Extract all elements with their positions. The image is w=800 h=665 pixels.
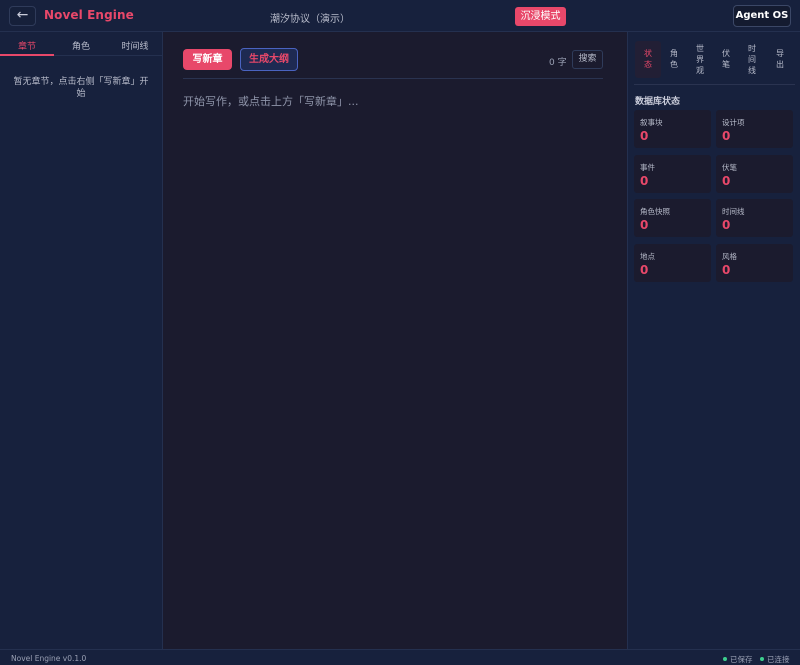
stat-label: 时间线 <box>722 207 745 216</box>
stat-value: 0 <box>722 263 731 277</box>
tab-export[interactable]: 导出 <box>767 41 793 78</box>
stat-card-locations: 地点 0 <box>634 244 711 282</box>
stat-value: 0 <box>640 129 649 143</box>
tab-status-label: 状态 <box>644 49 652 69</box>
stat-value: 0 <box>722 174 731 188</box>
editor-placeholder[interactable]: 开始写作，或点击上方「写新章」... <box>183 93 359 109</box>
status-bar: Novel Engine v0.1.0 已保存 已连接 <box>0 649 800 665</box>
tab-chapters[interactable]: 章节 <box>0 39 54 52</box>
tab-foreshadowing[interactable]: 伏笔 <box>713 41 739 78</box>
search-button[interactable]: 搜索 <box>572 50 603 69</box>
empty-chapters-message: 暂无章节，点击右侧「写新章」开始 <box>13 77 149 99</box>
stat-label: 伏笔 <box>722 163 737 172</box>
stat-card-character-snapshots: 角色快照 0 <box>634 199 711 237</box>
connection-status-label: 已连接 <box>767 655 790 664</box>
left-sidebar: 章节 角色 时间线 暂无章节，点击右侧「写新章」开始 <box>0 32 163 649</box>
stat-card-design-items: 设计项 0 <box>716 110 793 148</box>
tab-timeline-right-label: 时间线 <box>748 44 756 75</box>
stat-label: 事件 <box>640 163 655 172</box>
tab-characters[interactable]: 角色 <box>54 39 108 52</box>
left-tab-bar: 章节 角色 时间线 <box>0 32 163 56</box>
app-window: ← Novel Engine 潮汐协议（演示） 沉浸模式 Agent OS 章节… <box>0 0 800 665</box>
right-sidebar: 状态 角色 世界观 伏笔 时间线 导出 数据库状态 叙事块 0 设计项 0 事件… <box>627 32 800 649</box>
top-bar: ← Novel Engine 潮汐协议（演示） 沉浸模式 Agent OS <box>0 0 800 32</box>
editor-area: 写新章 生成大纲 0 字 搜索 开始写作，或点击上方「写新章」... <box>164 32 626 649</box>
stat-card-timelines: 时间线 0 <box>716 199 793 237</box>
tab-export-label: 导出 <box>776 49 784 69</box>
saved-status: 已保存 <box>723 654 753 665</box>
stat-card-foreshadowing: 伏笔 0 <box>716 155 793 193</box>
saved-status-label: 已保存 <box>730 655 753 664</box>
tab-worldview[interactable]: 世界观 <box>687 41 713 78</box>
stat-label: 风格 <box>722 252 737 261</box>
stat-card-styles: 风格 0 <box>716 244 793 282</box>
tab-characters-right[interactable]: 角色 <box>661 41 687 78</box>
tab-timeline[interactable]: 时间线 <box>108 39 162 52</box>
status-dot-icon <box>723 657 727 661</box>
stat-value: 0 <box>640 263 649 277</box>
stat-card-narrative-blocks: 叙事块 0 <box>634 110 711 148</box>
stat-label: 设计项 <box>722 118 745 127</box>
active-tab-indicator <box>0 54 54 56</box>
agent-os-button[interactable]: Agent OS <box>733 5 791 27</box>
stat-label: 叙事块 <box>640 118 663 127</box>
database-status-title: 数据库状态 <box>635 97 681 107</box>
tab-characters-right-label: 角色 <box>670 49 678 69</box>
stat-label: 角色快照 <box>640 207 670 216</box>
stat-value: 0 <box>722 129 731 143</box>
app-version: Novel Engine v0.1.0 <box>11 654 87 663</box>
stat-value: 0 <box>640 174 649 188</box>
write-new-chapter-button[interactable]: 写新章 <box>183 49 232 70</box>
tab-foreshadowing-label: 伏笔 <box>722 49 730 69</box>
connection-status: 已连接 <box>760 654 790 665</box>
stat-value: 0 <box>722 218 731 232</box>
stat-value: 0 <box>640 218 649 232</box>
generate-outline-button[interactable]: 生成大纲 <box>240 48 298 71</box>
status-dot-icon <box>760 657 764 661</box>
tab-status[interactable]: 状态 <box>635 41 661 78</box>
right-tabs-divider <box>634 84 795 85</box>
tab-timeline-right[interactable]: 时间线 <box>739 41 765 78</box>
immersive-mode-button[interactable]: 沉浸模式 <box>515 7 566 26</box>
stat-card-events: 事件 0 <box>634 155 711 193</box>
tab-worldview-label: 世界观 <box>696 44 704 75</box>
stat-label: 地点 <box>640 252 655 261</box>
word-count: 0 字 <box>549 58 567 68</box>
editor-divider <box>183 78 603 79</box>
